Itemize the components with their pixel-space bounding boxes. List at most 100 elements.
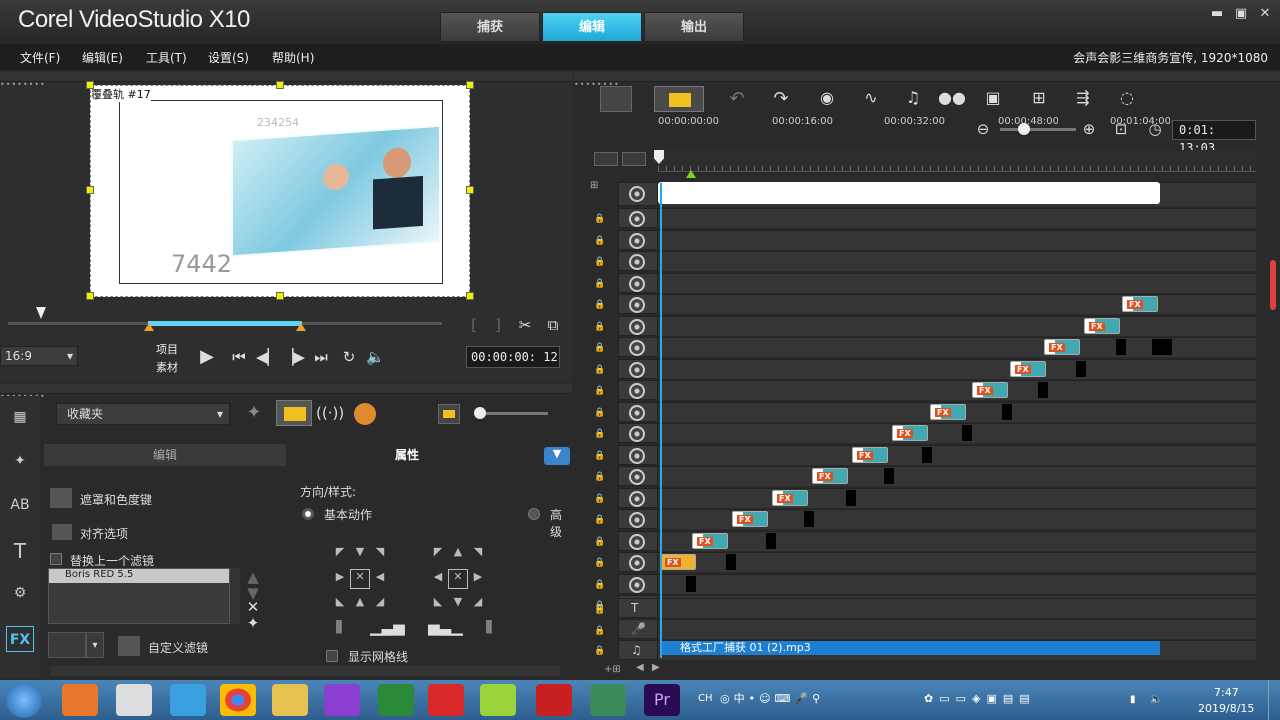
video-track-header[interactable] <box>618 182 658 206</box>
fx-icon[interactable]: FX <box>6 626 34 652</box>
filter-list-item[interactable]: Boris RED 5.5 <box>49 569 229 583</box>
subtitle-editor-icon[interactable]: ▣ <box>982 88 1004 107</box>
chevron-down-icon[interactable]: ▾ <box>86 632 104 658</box>
taskbar-app-icon[interactable] <box>378 684 414 716</box>
zoom-slider-knob[interactable] <box>1018 123 1030 135</box>
resize-handle[interactable] <box>466 81 474 89</box>
resize-handle[interactable] <box>86 292 94 300</box>
lock-icon[interactable]: 🔒 <box>594 537 605 547</box>
taskbar-app-icon[interactable] <box>480 684 516 716</box>
lock-icon[interactable]: 🔒 <box>594 626 605 636</box>
zoom-out-icon[interactable]: ⊖ <box>974 120 992 138</box>
arrow-icon[interactable]: ◀ <box>428 570 448 590</box>
arrow-icon[interactable]: ▲ <box>350 595 370 615</box>
lock-icon[interactable]: 🔒 <box>594 451 605 461</box>
zoom-in-icon[interactable]: ⊕ <box>1080 120 1098 138</box>
instant-project-icon[interactable]: ✦ <box>6 448 34 474</box>
arrow-icon[interactable]: ◀ <box>370 570 390 590</box>
add-star-icon[interactable]: ✦ <box>242 402 266 423</box>
trim-range[interactable] <box>148 321 302 326</box>
taskbar-app-icon[interactable] <box>116 684 152 716</box>
thumbnail-slider-knob[interactable] <box>474 407 486 419</box>
fade-out-icon[interactable]: ⫼ <box>478 618 500 636</box>
prev-frame-icon[interactable]: ◀▏ <box>256 348 279 366</box>
mode-clip[interactable]: 素材 <box>156 359 178 375</box>
overlay-track-header[interactable] <box>618 358 658 379</box>
advanced-motion-radio[interactable] <box>528 508 540 520</box>
transition-icon[interactable]: AB <box>6 492 34 518</box>
overlay-clip[interactable]: FX <box>852 446 888 463</box>
show-desktop-button[interactable] <box>1268 680 1280 720</box>
auto-music-icon[interactable]: ♫ <box>902 88 924 107</box>
scroll-right-icon[interactable]: ▶ <box>652 662 660 673</box>
fit-project-icon[interactable]: ⊡ <box>1112 120 1130 138</box>
black-clip[interactable] <box>962 425 972 441</box>
lock-icon[interactable]: 🔒 <box>594 408 605 418</box>
minimize-icon[interactable]: ▬ <box>1208 6 1226 22</box>
taskbar-app-icon[interactable] <box>62 684 98 716</box>
volume-tray-icon[interactable]: 🔈 <box>1150 694 1166 706</box>
menu-help[interactable]: 帮助(H) <box>272 49 314 66</box>
taskbar-app-icon[interactable] <box>536 684 572 716</box>
scroll-left-icon[interactable]: ◀ <box>636 662 644 673</box>
timeline-view-button[interactable] <box>654 86 704 112</box>
overlay-track-header[interactable] <box>618 251 658 271</box>
motion-tracking-icon[interactable]: ●● <box>938 88 966 107</box>
audio-filter-icon[interactable]: ((·)) <box>316 404 344 422</box>
reel-icon[interactable] <box>354 403 376 425</box>
lock-icon[interactable]: 🔒 <box>594 279 605 289</box>
filter-list-scrollbar[interactable] <box>230 568 240 624</box>
black-clip[interactable] <box>922 446 932 463</box>
black-clip[interactable] <box>1116 339 1126 355</box>
resize-handle[interactable] <box>86 81 94 89</box>
maximize-icon[interactable]: ▣ <box>1232 6 1250 22</box>
overlay-track[interactable] <box>658 423 1256 443</box>
arrow-icon[interactable]: ◣ <box>330 595 350 615</box>
fade-in-icon[interactable]: ⫼ <box>328 618 350 636</box>
overlay-track[interactable] <box>658 358 1256 379</box>
black-clip[interactable] <box>1002 403 1012 420</box>
thumbnail-slider[interactable] <box>480 412 548 415</box>
resize-handle[interactable] <box>276 81 284 89</box>
tab-capture[interactable]: 捕获 <box>440 12 540 42</box>
arrow-icon[interactable]: ◥ <box>468 545 488 565</box>
system-tray[interactable]: ✿▭▭◈▣▤▤ <box>924 692 1094 706</box>
multi-camera-icon[interactable]: ⊞ <box>1028 88 1050 107</box>
overlay-track[interactable] <box>658 530 1256 551</box>
taskbar-app-icon[interactable] <box>324 684 360 716</box>
add-track-icon[interactable]: +⊞ <box>604 664 621 675</box>
taskbar-app-icon[interactable] <box>590 684 626 716</box>
lock-icon[interactable]: 🔒 <box>594 343 605 353</box>
overlay-clip[interactable]: FX <box>892 425 928 441</box>
lock-icon[interactable]: 🔒 <box>594 236 605 246</box>
end-icon[interactable]: ⏭ <box>312 348 330 366</box>
home-icon[interactable]: ⏮ <box>230 348 248 366</box>
mask-chroma-button[interactable]: 遮罩和色度键 <box>80 491 152 508</box>
overlay-track[interactable] <box>658 444 1256 465</box>
overlay-track[interactable] <box>658 229 1256 250</box>
fade-up-icon[interactable]: ▁▃▅ <box>370 618 405 636</box>
tab-share[interactable]: 输出 <box>644 12 744 42</box>
arrow-icon[interactable]: ◤ <box>428 545 448 565</box>
graphic-icon[interactable]: ⚙ <box>6 580 34 606</box>
overlay-clip[interactable]: FX <box>732 511 768 527</box>
mask-creator-icon[interactable]: ◌ <box>1116 88 1138 107</box>
arrow-icon[interactable]: ▲ <box>448 545 468 565</box>
black-clip[interactable] <box>804 511 814 527</box>
overlay-clip[interactable]: FX <box>1010 360 1046 377</box>
black-clip[interactable] <box>846 489 856 506</box>
overlay-track[interactable] <box>658 466 1256 486</box>
chrome-icon[interactable] <box>220 684 256 716</box>
premiere-icon[interactable]: Pr <box>644 684 680 716</box>
lock-icon[interactable]: 🔒 <box>594 472 605 482</box>
arrow-icon[interactable]: ▶ <box>468 570 488 590</box>
overlay-clip[interactable]: FX <box>1044 339 1080 355</box>
mark-out-icon[interactable]: ] <box>490 316 506 334</box>
overlay-clip[interactable]: FX <box>1084 317 1120 334</box>
custom-filter-button[interactable]: 自定义滤镜 <box>148 639 208 656</box>
resize-handle[interactable] <box>466 292 474 300</box>
basic-motion-radio[interactable] <box>302 508 314 520</box>
tab-edit[interactable]: 编辑 <box>542 12 642 42</box>
overlay-track-header[interactable] <box>618 466 658 486</box>
volume-icon[interactable]: 🔈 <box>366 348 385 366</box>
